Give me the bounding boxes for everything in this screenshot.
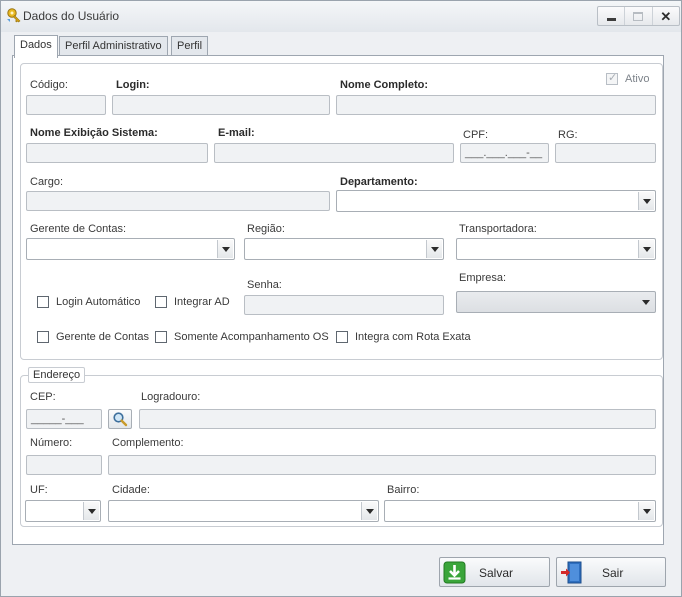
login-label: Login: (116, 79, 150, 91)
sair-label: Sair (602, 566, 624, 580)
chevron-down-icon[interactable] (638, 240, 654, 258)
app-key-icon (7, 8, 21, 23)
salvar-label: Salvar (479, 566, 514, 580)
tab-dados[interactable]: Dados (14, 35, 58, 58)
empresa-label: Empresa: (459, 272, 507, 284)
cpf-label: CPF: (463, 129, 489, 141)
email-label: E-mail: (218, 127, 255, 139)
login-field[interactable] (112, 95, 330, 115)
cargo-label: Cargo: (30, 176, 64, 188)
nome-completo-field[interactable] (336, 95, 656, 115)
magnifier-icon (113, 412, 128, 427)
cep-search-button[interactable] (108, 409, 132, 429)
cidade-label: Cidade: (112, 484, 150, 496)
somente-acompanhamento-label: Somente Acompanhamento OS (174, 331, 329, 343)
cpf-field[interactable]: ___.___.___-__ (460, 143, 549, 163)
departamento-label: Departamento: (340, 176, 418, 188)
tab-perfil-administrativo[interactable]: Perfil Administrativo (59, 36, 168, 57)
departamento-select[interactable] (336, 190, 656, 212)
somente-acompanhamento-checkbox[interactable] (155, 331, 167, 343)
sair-button[interactable]: Sair (556, 557, 666, 587)
chevron-down-icon[interactable] (361, 502, 377, 520)
chevron-down-icon[interactable] (638, 192, 654, 210)
bairro-label: Bairro: (387, 484, 420, 496)
chevron-down-icon[interactable] (217, 240, 233, 258)
logradouro-label: Logradouro: (141, 391, 201, 403)
email-field[interactable] (214, 143, 454, 163)
transportadora-label: Transportadora: (459, 223, 537, 235)
maximize-icon (633, 11, 644, 21)
salvar-button[interactable]: Salvar (439, 557, 550, 587)
minimize-button[interactable] (598, 7, 624, 25)
nome-exibicao-label: Nome Exibição Sistema: (30, 127, 158, 139)
codigo-label: Código: (30, 79, 68, 91)
numero-label: Número: (30, 437, 73, 449)
regiao-label: Região: (247, 223, 285, 235)
logradouro-field[interactable] (139, 409, 656, 429)
numero-field[interactable] (26, 455, 102, 475)
nome-completo-label: Nome Completo: (340, 79, 428, 91)
close-button[interactable]: ✕ (651, 7, 679, 25)
endereco-legend: Endereço (28, 367, 86, 383)
cidade-select[interactable] (108, 500, 379, 522)
complemento-label: Complemento: (112, 437, 184, 449)
transportadora-select[interactable] (456, 238, 656, 260)
cargo-field[interactable] (26, 191, 330, 211)
minimize-icon (606, 17, 616, 21)
login-automatico-checkbox[interactable] (37, 296, 49, 308)
gerente-contas-label: Gerente de Contas: (30, 223, 127, 235)
checkmark-icon: ✓ (608, 72, 618, 84)
integrar-ad-label: Integrar AD (174, 296, 230, 308)
integra-rota-exata-label: Integra com Rota Exata (355, 331, 471, 343)
chevron-down-icon[interactable] (638, 502, 654, 520)
rg-field[interactable] (555, 143, 656, 163)
user-data-window: Dados do Usuário ✕ Dados Perfil Administ… (0, 0, 682, 597)
exit-door-icon (561, 561, 582, 584)
login-automatico-label: Login Automático (56, 296, 141, 308)
empresa-select[interactable] (456, 291, 656, 313)
chevron-down-icon[interactable] (638, 293, 654, 311)
integra-rota-exata-checkbox[interactable] (336, 331, 348, 343)
gerente-contas-check-label: Gerente de Contas (56, 331, 149, 343)
chevron-down-icon[interactable] (83, 502, 99, 520)
tab-perfil[interactable]: Perfil (171, 36, 209, 57)
ativo-label: Ativo (625, 73, 650, 85)
window-title: Dados do Usuário (23, 9, 120, 23)
rg-label: RG: (558, 129, 578, 141)
codigo-field[interactable] (26, 95, 106, 115)
bairro-select[interactable] (384, 500, 656, 522)
title-bar[interactable]: Dados do Usuário ✕ (1, 1, 681, 32)
senha-field[interactable] (244, 295, 444, 315)
uf-select[interactable] (25, 500, 101, 522)
complemento-field[interactable] (108, 455, 656, 475)
uf-label: UF: (30, 484, 48, 496)
cep-label: CEP: (30, 391, 56, 403)
nome-exibicao-field[interactable] (26, 143, 208, 163)
ativo-checkbox[interactable]: ✓ (606, 72, 618, 85)
gerente-contas-select[interactable] (26, 238, 235, 260)
save-download-icon (443, 561, 466, 584)
regiao-select[interactable] (244, 238, 444, 260)
cep-field[interactable]: _____-___ (26, 409, 102, 429)
window-controls: ✕ (597, 6, 680, 26)
maximize-button[interactable] (624, 7, 651, 25)
gerente-contas-checkbox[interactable] (37, 331, 49, 343)
close-icon: ✕ (660, 8, 672, 24)
senha-label: Senha: (247, 279, 282, 291)
integrar-ad-checkbox[interactable] (155, 296, 167, 308)
chevron-down-icon[interactable] (426, 240, 442, 258)
